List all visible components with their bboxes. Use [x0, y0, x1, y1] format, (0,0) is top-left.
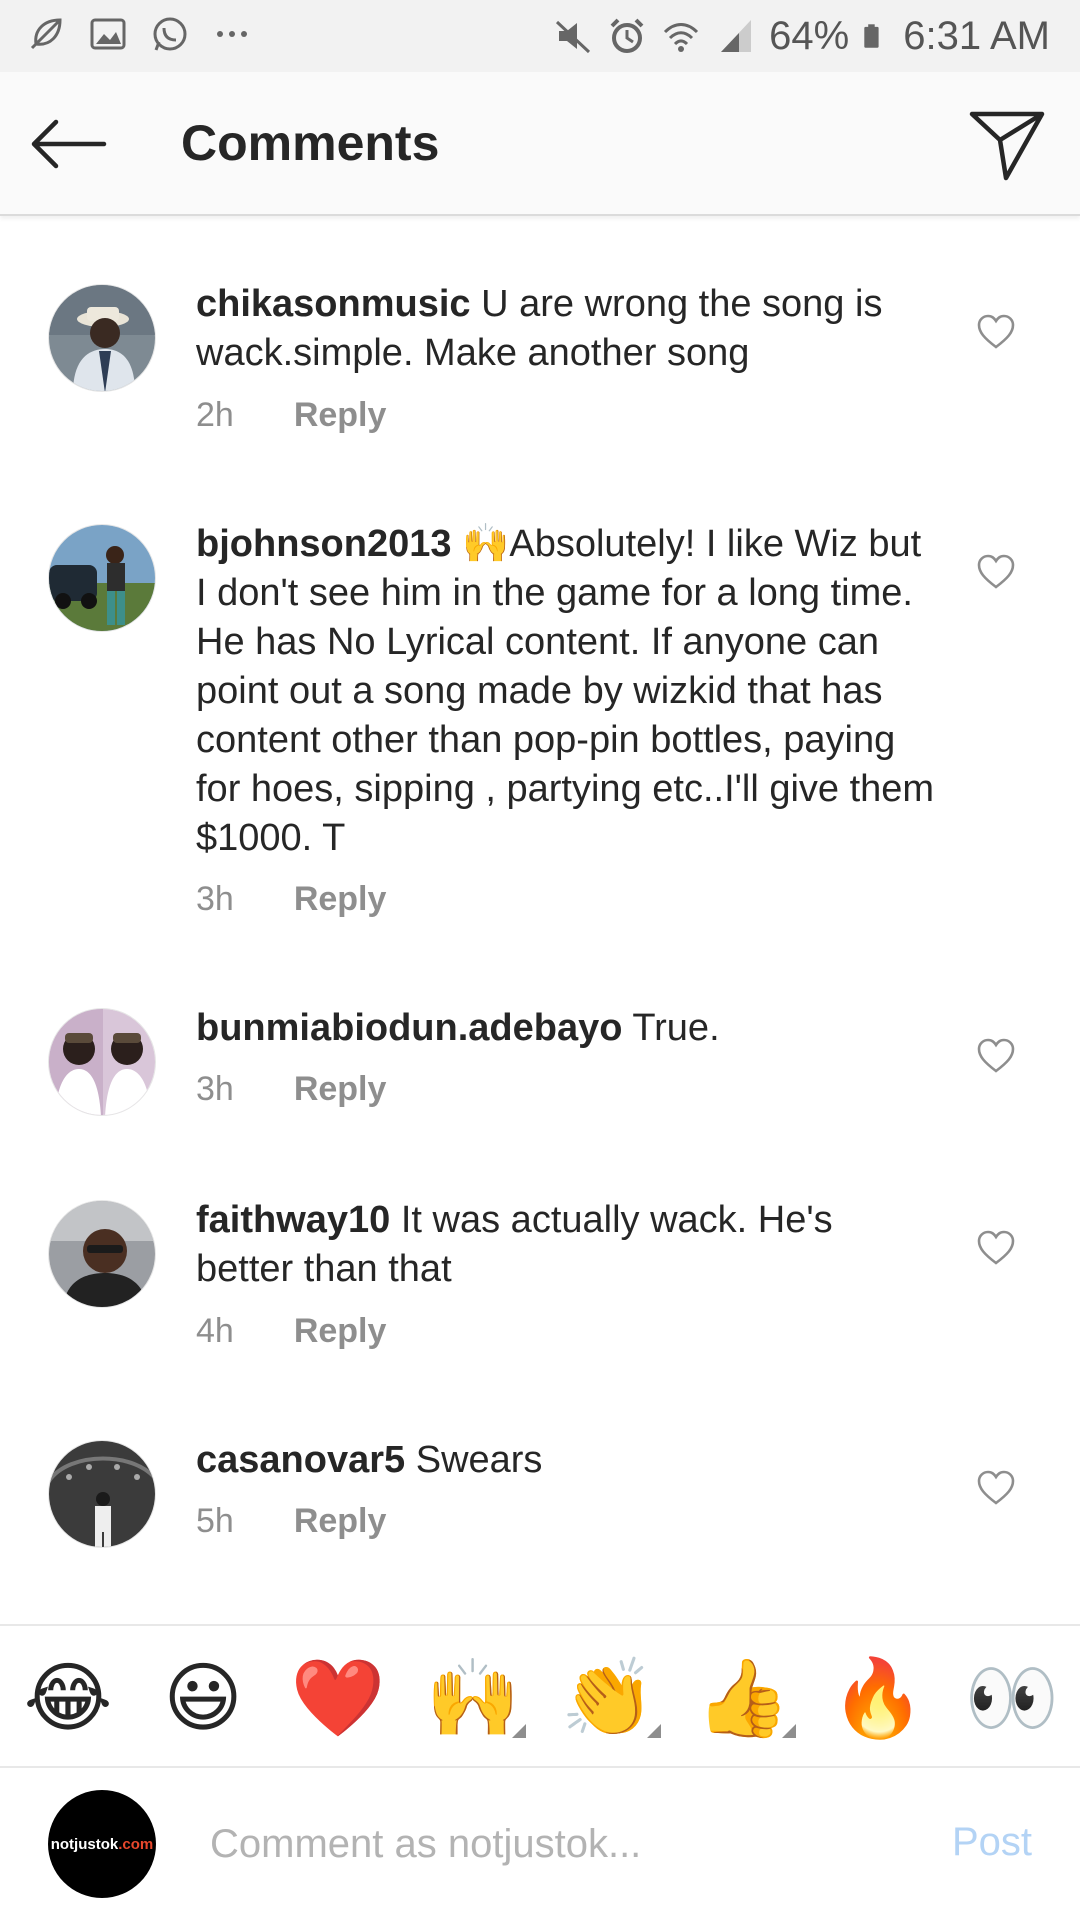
comment-time: 3h [196, 880, 234, 918]
status-right: 64% 6:31 AM [553, 8, 1050, 64]
mute-icon [556, 20, 591, 54]
avatar-logo-text: notjustok.com [50, 1835, 154, 1853]
comment-time: 2h [196, 396, 234, 434]
emoji-joy[interactable]: 😂 [20, 1650, 116, 1746]
avatar[interactable] [48, 1440, 156, 1548]
comment-meta: 5h Reply [196, 1502, 386, 1541]
comment-time: 5h [196, 1502, 234, 1540]
emoji-heart[interactable]: ❤️ [290, 1650, 386, 1746]
whatsapp-icon [153, 17, 187, 51]
avatar[interactable] [48, 284, 156, 392]
comment-body: True. [632, 1007, 720, 1049]
page-title: Comments [181, 115, 440, 171]
more-dots-icon [217, 31, 247, 37]
reply-button[interactable]: Reply [294, 1312, 387, 1351]
comment-username[interactable]: casanovar5 [196, 1439, 405, 1481]
comment-time: 4h [196, 1312, 234, 1350]
comment-input[interactable] [210, 1812, 910, 1876]
emoji-smiley[interactable]: 😃 [155, 1650, 251, 1746]
battery-icon [864, 24, 879, 48]
status-left-icons [26, 14, 252, 54]
comment-username[interactable]: faithway10 [196, 1199, 390, 1241]
reply-button[interactable]: Reply [294, 880, 387, 919]
like-heart-icon[interactable] [976, 1228, 1016, 1268]
comment-body: 🙌Absolutely! I like Wiz but I don't see … [196, 523, 935, 859]
comments-list[interactable]: chikasonmusic U are wrong the song is wa… [0, 216, 1080, 1624]
like-heart-icon[interactable] [976, 1468, 1016, 1508]
back-arrow-icon[interactable] [28, 112, 108, 176]
comments-header: Comments [0, 72, 1080, 216]
comment-text: chikasonmusic U are wrong the song is wa… [196, 280, 936, 378]
emoji-fire[interactable]: 🔥 [830, 1650, 926, 1746]
post-button[interactable]: Post [952, 1820, 1032, 1865]
emoji-clap[interactable]: 👏 [560, 1650, 656, 1746]
comment-body: Swears [415, 1439, 543, 1481]
emoji-bar: 😂 😃 ❤️ 🙌 👏 👍 🔥 👀 [0, 1624, 1080, 1768]
reply-button[interactable]: Reply [294, 1502, 387, 1541]
send-direct-icon[interactable] [968, 106, 1046, 182]
skin-tone-indicator [512, 1724, 526, 1738]
like-heart-icon[interactable] [976, 312, 1016, 352]
skin-tone-indicator [647, 1724, 661, 1738]
comment-composer: notjustok.com Post [0, 1768, 1080, 1920]
status-bar: 64% 6:31 AM [0, 0, 1080, 72]
comment-text: bunmiabiodun.adebayo True. [196, 1004, 936, 1053]
comment-text: faithway10 It was actually wack. He's be… [196, 1196, 936, 1294]
comment-meta: 2h Reply [196, 396, 386, 435]
avatar[interactable] [48, 1008, 156, 1116]
emoji-raised-hands[interactable]: 🙌 [425, 1650, 521, 1746]
comment-username[interactable]: chikasonmusic [196, 283, 471, 325]
leaf-icon [30, 18, 62, 50]
reply-button[interactable]: Reply [294, 1070, 387, 1109]
reply-button[interactable]: Reply [294, 396, 387, 435]
avatar[interactable] [48, 524, 156, 632]
comment-username[interactable]: bunmiabiodun.adebayo [196, 1007, 622, 1049]
my-avatar: notjustok.com [48, 1790, 156, 1898]
skin-tone-indicator [782, 1724, 796, 1738]
comment-text: bjohnson2013 🙌Absolutely! I like Wiz but… [196, 520, 936, 863]
comment-text: casanovar5 Swears [196, 1436, 936, 1485]
signal-icon [721, 20, 752, 52]
emoji-thumbs-up[interactable]: 👍 [695, 1650, 791, 1746]
comment-time: 3h [196, 1070, 234, 1108]
wifi-icon [664, 23, 699, 52]
avatar[interactable] [48, 1200, 156, 1308]
image-icon [90, 18, 126, 50]
comment-meta: 3h Reply [196, 880, 386, 919]
comment-meta: 3h Reply [196, 1070, 386, 1109]
like-heart-icon[interactable] [976, 552, 1016, 592]
battery-percent: 64% [769, 13, 850, 58]
clock: 6:31 AM [903, 13, 1050, 58]
comment-meta: 4h Reply [196, 1312, 386, 1351]
comment-username[interactable]: bjohnson2013 [196, 523, 452, 565]
alarm-icon [610, 18, 644, 53]
like-heart-icon[interactable] [976, 1036, 1016, 1076]
emoji-eyes[interactable]: 👀 [964, 1650, 1060, 1746]
